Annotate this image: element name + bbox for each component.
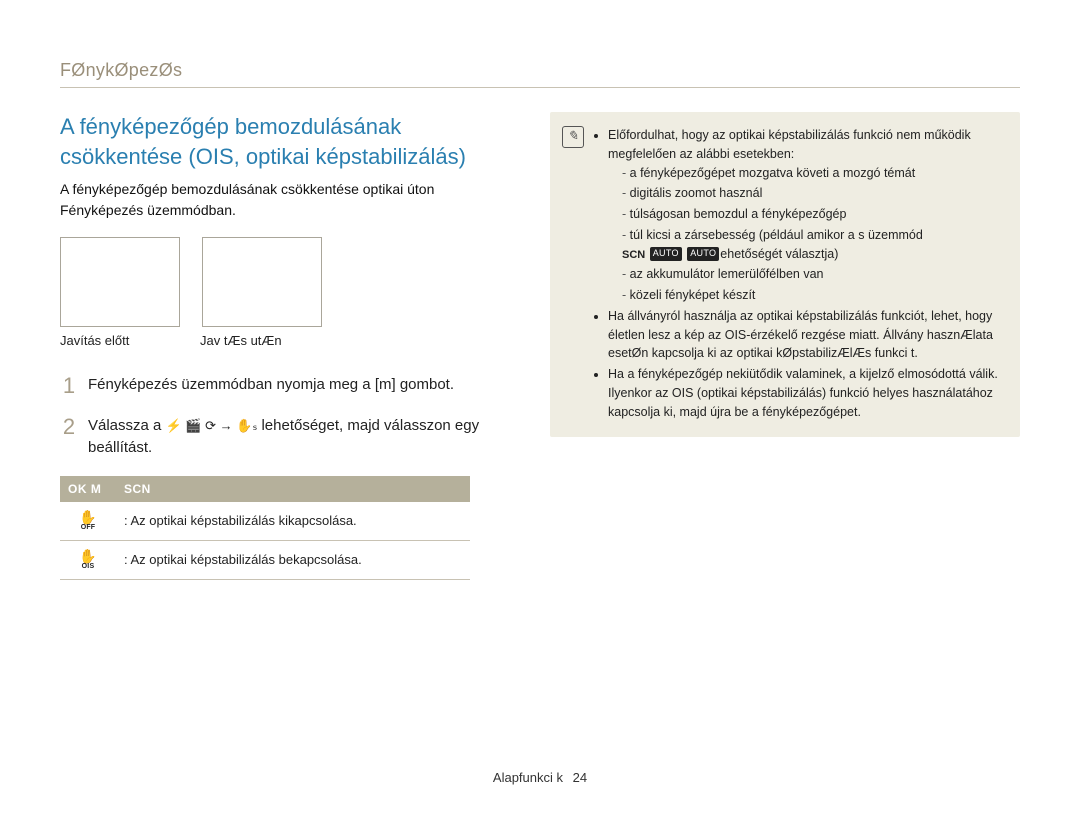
note-bullet-1: Előfordulhat, hogy az optikai képstabili… xyxy=(608,126,1004,305)
breadcrumb: FØnykØpezØs xyxy=(60,60,1020,88)
note-sub-6: közeli fényképet készít xyxy=(622,286,1004,305)
mode-tag-icon: AUTO xyxy=(650,247,682,261)
note-icon: ✎ xyxy=(562,126,584,148)
intro-text: A fényképezőgép bemozdulásának csökkenté… xyxy=(60,179,520,221)
note-sub-4: túl kicsi a zársebesség (például amikor … xyxy=(622,226,1004,264)
section-heading: A fényképezőgép bemozdulásának csökkenté… xyxy=(60,112,520,171)
ois-on-icon: ✋OIS xyxy=(79,549,97,570)
example-image-after xyxy=(202,237,322,327)
step-2-text-pre: Válassza a xyxy=(88,417,166,434)
table-row-1-text: : Az optikai képstabilizálás kikapcsolás… xyxy=(116,502,470,541)
footer-page-number: 24 xyxy=(573,770,587,785)
right-column: ✎ Előfordulhat, hogy az optikai képstabi… xyxy=(550,112,1020,580)
note-bullet-2: Ha állványról használja az optikai képst… xyxy=(608,307,1004,363)
note-bullet-3: Ha a fényképezőgép nekiütődik valaminek,… xyxy=(608,365,1004,421)
step-1-text-post: ] gombot. xyxy=(391,376,454,393)
table-head-1: OK M xyxy=(60,476,116,502)
note-sub-2: digitális zoomot használ xyxy=(622,184,1004,203)
left-column: A fényképezőgép bemozdulásának csökkenté… xyxy=(60,112,520,580)
footer-section: Alapfunkci k xyxy=(493,770,563,785)
table-head-2: SCN xyxy=(116,476,470,502)
step-number-2: 2 xyxy=(60,415,78,460)
table-row-2-text: : Az optikai képstabilizálás bekapcsolás… xyxy=(116,540,470,579)
step-1-text-pre: Fényképezés üzemmódban nyomja meg a [m xyxy=(88,376,391,393)
step-number-1: 1 xyxy=(60,374,78,398)
caption-before: Javítás előtt xyxy=(60,333,178,348)
note-sub-3: túlságosan bemozdul a fényképezőgép xyxy=(622,205,1004,224)
ois-off-icon: ✋OFF xyxy=(79,510,97,531)
icon-sequence: ⚡ 🎬 ⟳ → ✋ₛ xyxy=(166,416,258,436)
note-box: ✎ Előfordulhat, hogy az optikai képstabi… xyxy=(550,112,1020,437)
options-table: OK M SCN ✋OFF : Az optikai képstabilizál… xyxy=(60,476,470,580)
table-row: ✋OIS : Az optikai képstabilizálás bekapc… xyxy=(60,540,470,579)
scn-label: SCN xyxy=(622,249,645,261)
example-image-before xyxy=(60,237,180,327)
table-row: ✋OFF : Az optikai képstabilizálás kikapc… xyxy=(60,502,470,541)
note-sub-5: az akkumulátor lemerülőfélben van xyxy=(622,265,1004,284)
caption-after: Jav tÆs utÆn xyxy=(200,333,318,348)
step-2: 2 Válassza a ⚡ 🎬 ⟳ → ✋ₛ lehetőséget, maj… xyxy=(60,415,520,460)
page-footer: Alapfunkci k 24 xyxy=(0,770,1080,785)
step-1: 1 Fényképezés üzemmódban nyomja meg a [m… xyxy=(60,374,520,398)
mode-tag-icon: AUTO xyxy=(687,247,719,261)
note-sub-1: a fényképezőgépet mozgatva követi a mozg… xyxy=(622,164,1004,183)
